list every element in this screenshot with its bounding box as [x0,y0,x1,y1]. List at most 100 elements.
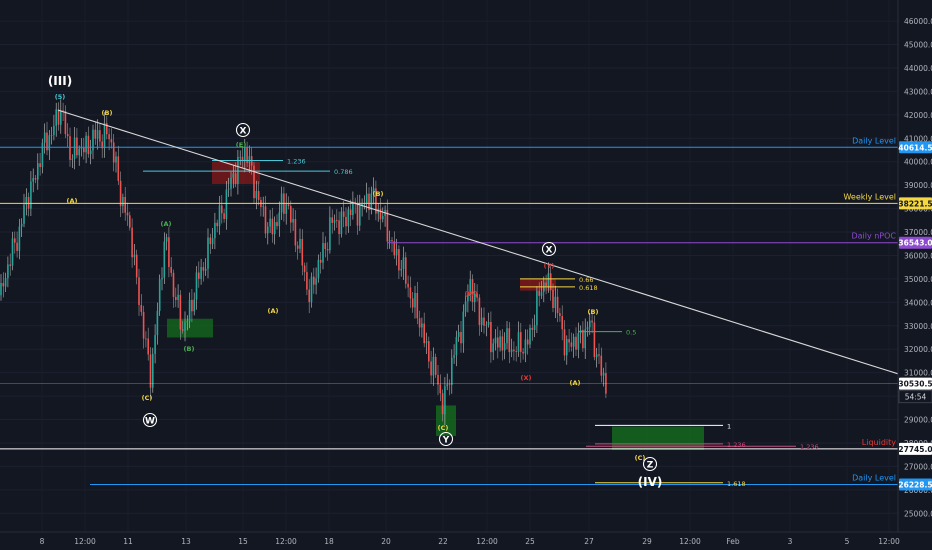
candle-body [563,329,566,356]
candle-body [600,355,603,376]
candle-body [154,335,156,354]
candle-body [554,296,557,308]
candle-body [338,220,340,235]
y-tick-label: 27000.0 [904,462,932,471]
candle-body [398,249,400,271]
candle-body [273,222,276,235]
candle-body [64,111,67,134]
y-tick-label: 46000.0 [904,17,932,26]
candle-body [566,339,568,356]
candle-body [198,272,200,279]
candle-body [522,351,524,354]
candle-body [301,238,304,266]
x-tick-label: 12:00 [74,537,96,546]
candle-body [306,272,308,290]
candle-body [225,189,228,219]
countdown-text: 54:54 [905,393,927,402]
candle-body [200,267,202,279]
x-tick-label: 25 [525,537,535,546]
candle-body [4,278,7,287]
candle-body [115,156,117,163]
candle-body [244,147,246,162]
y-tick-label: 31000.0 [904,369,932,378]
level-label: Liquidity [862,438,896,447]
candle-body [570,342,573,347]
wave-label: (5) [55,93,65,101]
candle-body [549,273,552,290]
candle-body [423,323,425,344]
candle-body [271,218,274,235]
candle-body [457,332,460,337]
candle-body [78,148,80,156]
candle-body [221,205,223,214]
fib-label: 1.236 [287,158,306,166]
y-tick-label: 45000.0 [904,41,932,50]
candle-body [319,259,322,263]
candle-body [464,301,467,312]
y-tick-label: 34000.0 [904,298,932,307]
wave-label: (B) [373,190,384,198]
candle-body [485,324,488,326]
y-tick-label: 37000.0 [904,228,932,237]
candle-body [490,322,492,353]
candle-body [439,384,442,394]
candle-body [513,349,515,352]
candle-body [559,313,561,317]
candle-body [524,339,527,354]
candle-body [211,238,214,245]
candle-body [76,137,78,156]
wave-label: (E) [236,141,246,149]
candle-body [324,243,327,250]
x-tick-label: Feb [726,537,740,546]
candle-body [299,238,301,249]
candle-body [432,356,435,376]
candle-body [165,237,168,242]
candle-body [234,173,237,185]
candle-body [405,257,407,284]
wave-label: (W) [464,290,477,298]
candle-body [428,341,430,362]
candle-body [430,361,432,376]
candle-body [112,142,115,163]
candle-body [181,329,184,331]
candle-body [110,139,113,143]
candle-body [497,337,499,348]
candle-body [453,355,455,358]
fib-label: 0.5 [626,329,636,337]
candle-body [188,299,191,322]
candle-body [278,212,281,227]
y-tick-label: 44000.0 [904,64,932,73]
candle-body [393,241,396,256]
candle-body [27,196,30,209]
x-tick-label: 29 [642,537,652,546]
candle-body [53,125,55,136]
x-tick-label: 5 [845,537,850,546]
wave-label: (Y) [544,262,555,270]
candle-body [591,320,593,323]
y-tick-label: 42000.0 [904,111,932,120]
candle-body [158,279,161,311]
y-tick-label: 36000.0 [904,251,932,260]
candle-body [14,238,16,243]
candle-body [515,351,517,352]
candle-body [336,220,338,221]
candle-body [34,178,37,180]
candle-body [510,349,513,353]
candle-body [388,240,391,242]
candle-body [142,311,145,339]
candle-body [209,237,212,245]
candle-body [480,317,483,325]
candle-body [494,337,497,344]
price-chart[interactable]: 1.2360.7860.660.6180.511.236 1.2361.618 (… [0,0,932,550]
candle-body [214,222,216,239]
candle-body [149,354,152,388]
candle-body [595,354,598,358]
fib-label: 1.618 [727,480,746,488]
candle-body [589,320,591,328]
y-tick-label: 40000.0 [904,158,932,167]
candle-body [80,148,83,149]
price-marker-text: 38221.5 [898,199,932,208]
fib-label: 1.236 [800,443,819,451]
candle-body [202,267,205,271]
candle-body [37,163,39,180]
